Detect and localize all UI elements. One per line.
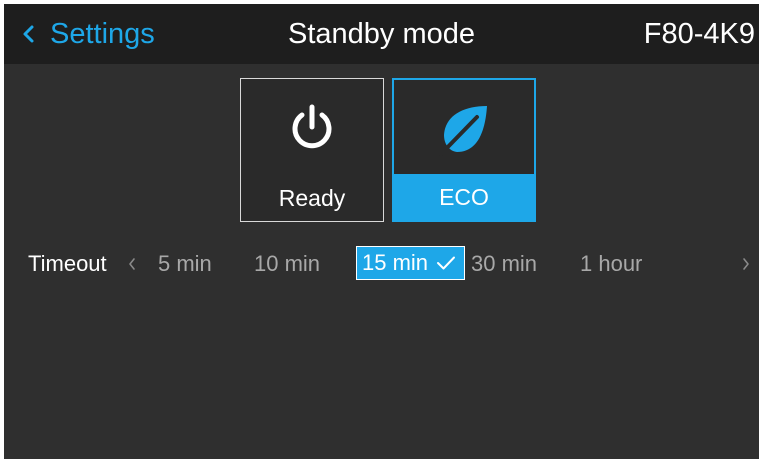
timeout-option-30-min[interactable]: 30 min [471,248,537,280]
timeout-option-15-min-selected[interactable]: 15 min [356,246,465,280]
timeout-option-5-min[interactable]: 5 min [158,248,212,280]
scroll-left-arrow[interactable] [124,249,140,279]
chevron-left-icon [22,14,50,54]
timeout-option-label: 15 min [362,250,429,275]
leaf-icon [394,98,534,162]
back-label: Settings [50,18,155,50]
mode-eco-label: ECO [394,174,534,220]
timeout-option-1-hour[interactable]: 1 hour [580,248,642,280]
mode-ready-label: Ready [278,185,346,211]
timeout-label: Timeout [28,251,107,276]
header-bar: Settings Standby mode F80-4K9 [4,4,759,64]
timeout-option-10-min[interactable]: 10 min [254,248,320,280]
power-icon [241,97,383,161]
scroll-right-arrow[interactable] [738,249,754,279]
standby-mode-screen: Settings Standby mode F80-4K9 Ready ECO … [4,4,759,459]
check-icon [436,255,456,271]
mode-ready-button[interactable]: Ready [240,78,384,222]
back-button[interactable]: Settings [22,14,155,54]
page-title: Standby mode [287,18,475,50]
mode-eco-button[interactable]: ECO [392,78,536,222]
device-name: F80-4K9 [643,18,755,50]
